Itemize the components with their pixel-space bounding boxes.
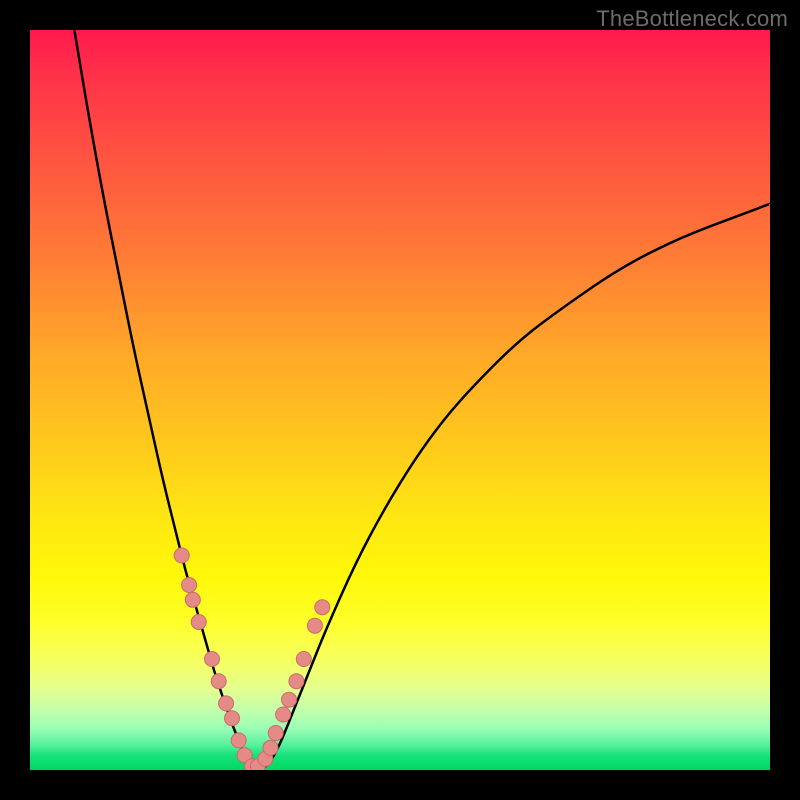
watermark-text: TheBottleneck.com xyxy=(596,6,788,32)
data-marker xyxy=(211,674,226,689)
data-marker xyxy=(289,674,304,689)
data-marker xyxy=(282,692,297,707)
data-marker xyxy=(315,600,330,615)
data-marker xyxy=(174,548,189,563)
data-marker xyxy=(307,618,322,633)
data-marker xyxy=(182,578,197,593)
outer-frame: TheBottleneck.com xyxy=(0,0,800,800)
data-marker xyxy=(276,707,291,722)
curve-overlay xyxy=(30,30,770,770)
data-marker xyxy=(268,726,283,741)
data-marker xyxy=(225,711,240,726)
data-marker xyxy=(296,652,311,667)
data-marker xyxy=(231,733,246,748)
data-marker xyxy=(219,696,234,711)
data-marker xyxy=(263,740,278,755)
data-marker xyxy=(205,652,220,667)
bottleneck-curve xyxy=(74,30,770,769)
plot-area xyxy=(30,30,770,770)
data-marker xyxy=(185,592,200,607)
data-marker xyxy=(191,615,206,630)
